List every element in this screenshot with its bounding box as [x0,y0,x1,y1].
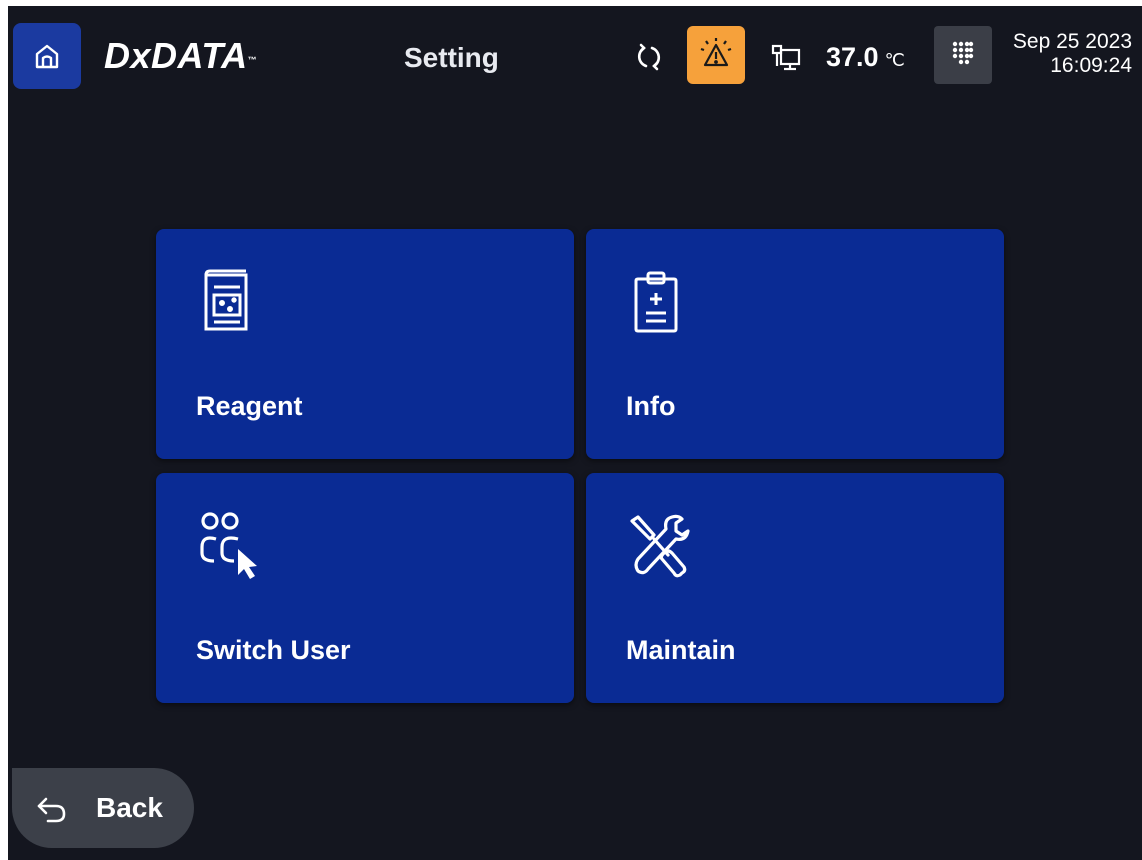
home-button[interactable] [13,23,81,89]
network-icon [770,42,802,74]
tile-info-label: Info [626,391,676,421]
home-icon [32,41,62,71]
top-bar: DxDATA™ Setting 37.0 ℃ Sep 25 2023 16:09… [8,6,1142,98]
sync-icon[interactable] [632,40,666,74]
tile-reagent-label: Reagent [196,391,303,421]
switch-user-icon [194,509,258,581]
tile-info[interactable]: Info [586,229,1004,459]
back-arrow-icon [34,791,68,825]
tile-maintain[interactable]: Maintain [586,473,1004,703]
logo-text: DxDATA [104,35,248,76]
trademark-mark: ™ [247,55,258,65]
back-button[interactable]: Back [12,768,194,848]
back-label: Back [96,792,163,823]
temperature-readout: 37.0 ℃ [826,42,905,73]
setting-screen: DxDATA™ Setting 37.0 ℃ Sep 25 2023 16:09… [8,6,1142,860]
date-time: Sep 25 2023 16:09:24 [1013,30,1132,78]
current-time: 16:09:24 [1050,54,1132,77]
tile-switch-user[interactable]: Switch User [156,473,574,703]
tools-icon [624,509,690,581]
temperature-unit: ℃ [884,50,905,70]
current-date: Sep 25 2023 [1012,30,1132,53]
keypad-icon [951,40,975,70]
alarm-button[interactable] [687,26,745,84]
warning-icon [696,35,736,75]
tile-switch-user-label: Switch User [196,635,351,665]
app-logo: DxDATA™ [104,36,257,76]
temperature-value: 37.0 [826,42,879,72]
clipboard-icon [624,265,688,337]
reagent-icon [194,265,258,337]
page-title: Setting [404,42,499,73]
tile-maintain-label: Maintain [626,635,736,665]
tile-reagent[interactable]: Reagent [156,229,574,459]
keypad-button[interactable] [934,26,992,84]
